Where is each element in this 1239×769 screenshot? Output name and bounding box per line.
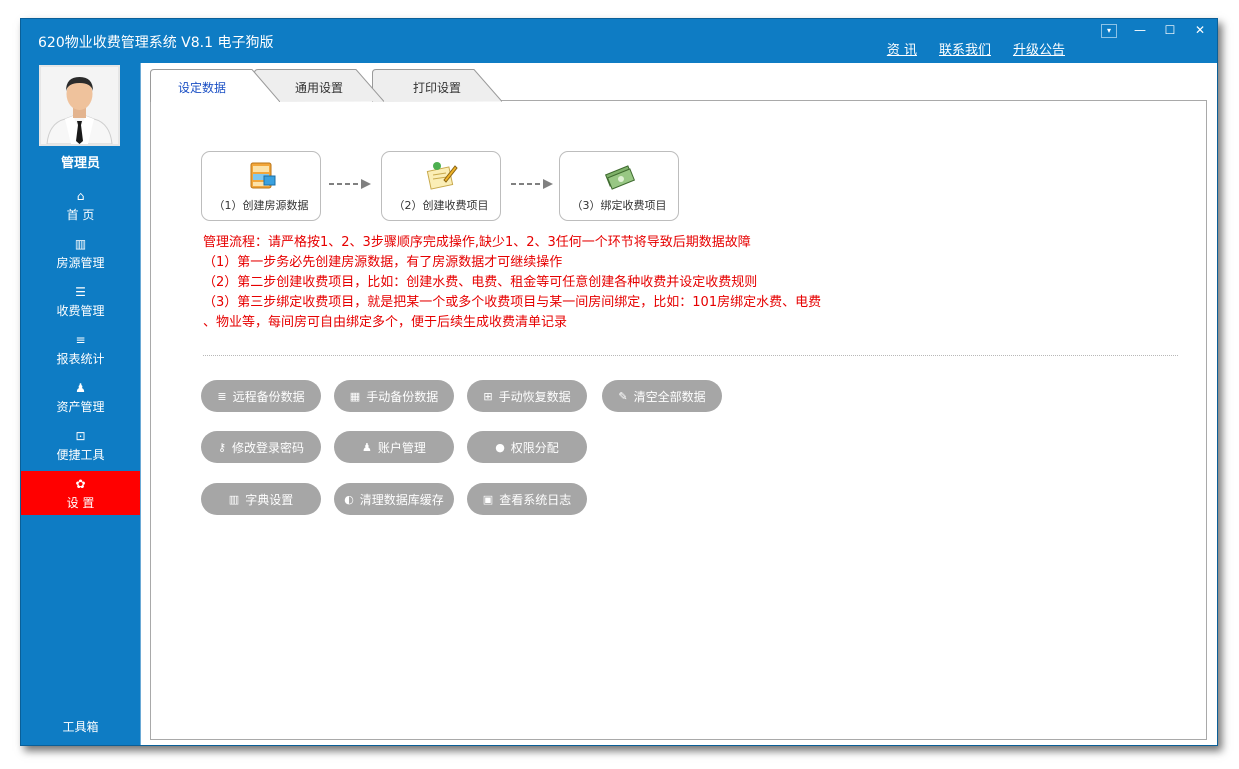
button-label: 手动备份数据 (366, 389, 439, 404)
dictionary-settings-button[interactable]: ▥ 字典设置 (201, 483, 321, 515)
lock-icon: ● (495, 440, 505, 454)
workflow-line: （1）第一步务必先创建房源数据，有了房源数据才可继续操作 (203, 255, 563, 270)
workflow-line: 、物业等，每间房可自由绑定多个，便于后续生成收费清单记录 (203, 315, 568, 330)
step-label: （2）创建收费项目 (393, 199, 489, 212)
clear-all-data-button[interactable]: ✎ 清空全部数据 (602, 380, 722, 412)
home-icon: ⌂ (76, 189, 85, 203)
toolbox-button[interactable]: 工具箱 (21, 718, 140, 735)
menu-dropdown-button[interactable]: ▾ (1101, 24, 1117, 38)
workflow-line: （2）第二步创建收费项目，比如：创建水费、电费、租金等可任意创建各种收费并设定收… (203, 275, 758, 290)
top-links: 资 讯 联系我们 升级公告 (887, 39, 1065, 58)
table-icon: ⊞ (483, 389, 493, 403)
window-controls: ▾ — ☐ ✕ (1101, 21, 1213, 39)
map-icon: ▥ (228, 492, 240, 506)
map-icon: ▥ (74, 237, 87, 251)
tab-print-settings[interactable]: 打印设置 (372, 69, 502, 102)
button-label: 修改登录密码 (232, 440, 305, 455)
globe-icon: ◐ (344, 492, 354, 506)
tab-label: 设定数据 (177, 81, 226, 95)
log-icon: ▣ (482, 492, 494, 506)
app-window: 620物业收费管理系统 V8.1 电子狗版 资 讯 联系我们 升级公告 ▾ — … (20, 18, 1218, 746)
step-bind-charge-item[interactable]: （3）绑定收费项目 (559, 151, 679, 221)
maximize-button[interactable]: ☐ (1157, 21, 1183, 39)
step-create-property[interactable]: （1）创建房源数据 (201, 151, 321, 221)
manual-restore-button[interactable]: ⊞ 手动恢复数据 (467, 380, 587, 412)
eraser-icon: ✎ (618, 389, 628, 403)
sidebar-nav: ⌂ 首 页 ▥ 房源管理 ☰ 收费管理 ≡ 报表统计 ♟ 资产管理 ⊡ 便捷工具 (21, 183, 140, 515)
step-label: （3）绑定收费项目 (571, 199, 667, 212)
close-button[interactable]: ✕ (1187, 21, 1213, 39)
sidebar-item-label: 收费管理 (56, 304, 105, 318)
app-title: 620物业收费管理系统 V8.1 电子狗版 (38, 35, 274, 51)
button-label: 清理数据库缓存 (359, 492, 444, 507)
link-news[interactable]: 资 讯 (887, 39, 917, 58)
cabinet-icon (250, 162, 276, 189)
list-icon: ☰ (75, 285, 86, 299)
sidebar-item-label: 设 置 (66, 496, 95, 510)
link-contact[interactable]: 联系我们 (939, 39, 991, 58)
tab-label: 打印设置 (412, 81, 461, 95)
step-label: （1）创建房源数据 (213, 199, 309, 212)
edit-note-icon (426, 162, 458, 190)
sidebar-item-reports[interactable]: ≡ 报表统计 (21, 327, 140, 375)
arrow-right-icon (329, 179, 371, 189)
step-create-charge-item[interactable]: （2）创建收费项目 (381, 151, 501, 221)
link-upgrade[interactable]: 升级公告 (1013, 39, 1065, 58)
permission-assign-button[interactable]: ● 权限分配 (467, 431, 587, 463)
user-icon: ♟ (362, 440, 372, 454)
sidebar-item-label: 资产管理 (56, 400, 105, 414)
manual-backup-button[interactable]: ▦ 手动备份数据 (334, 380, 454, 412)
arrow-right-icon (511, 179, 553, 189)
account-management-button[interactable]: ♟ 账户管理 (334, 431, 454, 463)
divider (203, 355, 1178, 356)
report-icon: ≡ (75, 333, 86, 347)
button-label: 清空全部数据 (633, 389, 706, 404)
sidebar-item-assets[interactable]: ♟ 资产管理 (21, 375, 140, 423)
sidebar-item-tools[interactable]: ⊡ 便捷工具 (21, 423, 140, 471)
workflow-line: 管理流程：请严格按1、2、3步骤顺序完成操作,缺少1、2、3任何一个环节将导致后… (203, 235, 751, 250)
money-icon (604, 165, 636, 190)
avatar (39, 65, 120, 146)
sidebar-item-property[interactable]: ▥ 房源管理 (21, 231, 140, 279)
sidebar: 管理员 ⌂ 首 页 ▥ 房源管理 ☰ 收费管理 ≡ 报表统计 ♟ 资产管理 ⊡ … (21, 63, 140, 745)
button-label: 手动恢复数据 (498, 389, 571, 404)
title-bar: 620物业收费管理系统 V8.1 电子狗版 资 讯 联系我们 升级公告 ▾ — … (21, 19, 1217, 63)
button-label: 账户管理 (377, 440, 426, 455)
user-name: 管理员 (60, 156, 100, 171)
sidebar-item-charges[interactable]: ☰ 收费管理 (21, 279, 140, 327)
database-icon: ≣ (217, 389, 227, 403)
button-label: 远程备份数据 (232, 389, 305, 404)
grid-icon: ▦ (349, 389, 361, 403)
sidebar-item-label: 报表统计 (56, 352, 105, 366)
sidebar-item-label: 首 页 (66, 208, 95, 222)
change-password-button[interactable]: ⚷ 修改登录密码 (201, 431, 321, 463)
button-label: 权限分配 (510, 440, 559, 455)
sidebar-item-settings[interactable]: ✿ 设 置 (21, 471, 140, 515)
settings-panel: （1）创建房源数据 （2）创建收费项目 （3）绑定收费项目 管理流程：请严格按1… (150, 100, 1207, 740)
tool-frame-icon: ⊡ (75, 429, 86, 443)
view-system-log-button[interactable]: ▣ 查看系统日志 (467, 483, 587, 515)
sidebar-item-label: 便捷工具 (56, 448, 105, 462)
button-label: 字典设置 (245, 492, 294, 507)
main-content: 设定数据 通用设置 打印设置 （1）创建房源数据 （2）创建收费项目 （3）绑定… (140, 63, 1217, 745)
user-eye-icon: ♟ (75, 381, 86, 395)
button-label: 查看系统日志 (499, 492, 572, 507)
minimize-button[interactable]: — (1127, 21, 1153, 39)
tab-bar: 设定数据 通用设置 打印设置 (150, 69, 550, 102)
sidebar-item-label: 房源管理 (56, 256, 105, 270)
clear-db-cache-button[interactable]: ◐ 清理数据库缓存 (334, 483, 454, 515)
workflow-instructions: 管理流程：请严格按1、2、3步骤顺序完成操作,缺少1、2、3任何一个环节将导致后… (203, 233, 821, 333)
tab-data-setup[interactable]: 设定数据 (150, 69, 280, 102)
gear-icon: ✿ (75, 477, 86, 491)
workflow-line: （3）第三步绑定收费项目，就是把某一个或多个收费项目与某一间房间绑定，比如：10… (203, 295, 822, 310)
key-icon: ⚷ (217, 440, 227, 454)
remote-backup-button[interactable]: ≣ 远程备份数据 (201, 380, 321, 412)
sidebar-item-home[interactable]: ⌂ 首 页 (21, 183, 140, 231)
